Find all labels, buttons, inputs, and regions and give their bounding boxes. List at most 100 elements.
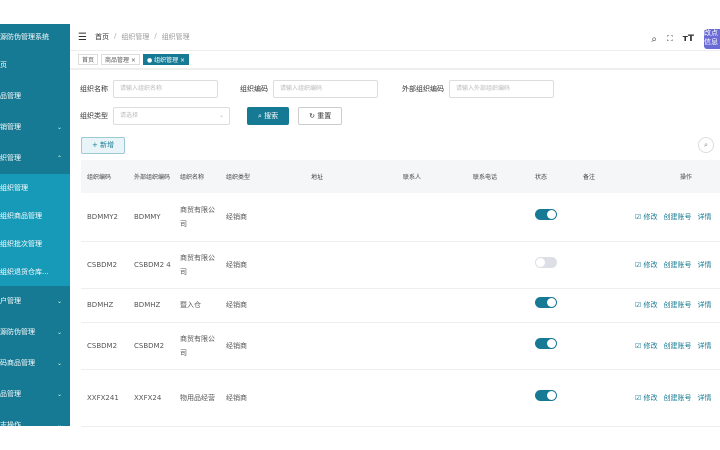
table-row: XXFX241 XXFX24 物用品经营 经销商 ☑ 修改 创建账号 详情 (81, 369, 720, 427)
cell-address (305, 241, 397, 289)
status-toggle[interactable] (535, 389, 557, 401)
org-table: 组织编码 外部组织编码 组织名称 组织类型 地址 联系人 联系电话 状态 备注 操作 BDMMY2… (81, 160, 720, 427)
cell-status (529, 193, 577, 242)
search-icon[interactable]: ⌕ (651, 34, 657, 45)
detail-link[interactable]: 详情 (698, 394, 712, 402)
sidebar-item[interactable]: 品管理 ⌄ (0, 379, 70, 410)
org-type-label: 组织类型 (80, 112, 108, 120)
org-type-placeholder: 请选择 (120, 112, 139, 119)
detail-link[interactable]: 详情 (698, 213, 712, 221)
sidebar-item[interactable]: 组织批次管理 (0, 230, 70, 258)
sidebar-item-label: 品管理 (0, 390, 21, 398)
chevron-icon: ⌄ (56, 360, 62, 367)
cell-ext: BDMHZ (128, 288, 174, 323)
chevron-icon: ⌄ (56, 298, 62, 305)
column-header: 联系人 (397, 160, 467, 193)
sidebar-item[interactable]: 织管理 ⌃ (0, 143, 70, 174)
cell-actions: ☑ 修改 创建账号 详情 (625, 288, 720, 323)
avatar[interactable]: 改点信息 (704, 29, 720, 49)
sidebar-item[interactable]: 源防伪管理 ⌄ (0, 317, 70, 348)
sidebar-item-label: 志操作 (0, 421, 21, 426)
cell-contact (397, 288, 467, 323)
font-size-icon[interactable]: тT (683, 34, 694, 44)
cell-remark (577, 322, 625, 370)
edit-link[interactable]: ☑ 修改 (635, 394, 658, 402)
create-account-link[interactable]: 创建账号 (664, 261, 692, 269)
sidebar-item-label: 源防伪管理 (0, 328, 35, 336)
create-account-link[interactable]: 创建账号 (664, 301, 692, 309)
cell-actions: ☑ 修改 创建账号 详情 (625, 369, 720, 427)
table-row: BDMHZ BDMHZ 暨入仓 经销商 ☑ 修改 创建账号 详情 (81, 288, 720, 323)
org-name-input[interactable]: 请输入组织名称 (113, 80, 218, 98)
org-type-select[interactable]: 请选择 ⌄ (113, 107, 230, 125)
edit-link[interactable]: ☑ 修改 (635, 213, 658, 221)
chevron-icon: ⌃ (56, 155, 62, 162)
status-toggle[interactable] (535, 337, 557, 349)
sidebar-item[interactable]: 组织商品管理 (0, 202, 70, 230)
top-bar: ☰ 首页 / 组织管理 / 组织管理 ⌕ ⛶ тT 改点信息 (70, 24, 720, 50)
table-row: CSBDM2 CSBDM2 商贸有限公司 经销商 ☑ 修改 创建账号 详情 (81, 322, 720, 370)
table-row: BDMMY2 BDMMY 商贸有限公司 经销商 ☑ 修改 创建账号 详情 (81, 193, 720, 242)
sidebar-item[interactable]: 组织退货仓库... (0, 258, 70, 286)
status-toggle[interactable] (535, 208, 557, 220)
breadcrumb-separator: / (154, 32, 157, 40)
search-button[interactable]: ⌕ 搜索 (247, 107, 290, 125)
create-account-link[interactable]: 创建账号 (664, 394, 692, 402)
create-account-link[interactable]: 创建账号 (664, 342, 692, 350)
sidebar-item-label: 组织管理 (0, 184, 28, 192)
cell-type: 经销商 (220, 193, 305, 242)
cell-status (529, 369, 577, 427)
column-header: 组织名称 (174, 160, 220, 193)
menu-toggle-icon[interactable]: ☰ (78, 32, 87, 43)
refresh-icon[interactable]: ⌕ (698, 137, 714, 153)
column-header: 组织类型 (220, 160, 305, 193)
breadcrumb-item[interactable]: 首页 (95, 32, 109, 42)
reset-button-label: 重置 (317, 112, 332, 120)
column-header: 状态 (529, 160, 577, 193)
sidebar-item[interactable]: 销管理 ⌄ (0, 112, 70, 143)
app-title: 源防伪管理系统 (0, 33, 49, 41)
detail-link[interactable]: 详情 (698, 301, 712, 309)
cell-ext: XXFX24 (128, 369, 174, 427)
org-name-label: 组织名称 (80, 85, 108, 93)
cell-status (529, 288, 577, 323)
edit-link[interactable]: ☑ 修改 (635, 261, 658, 269)
search-button-label: 搜索 (264, 112, 279, 120)
breadcrumb-item[interactable]: 组织管理 (121, 32, 149, 42)
sidebar-item[interactable]: 页 (0, 50, 70, 81)
column-header: 组织编码 (81, 160, 128, 193)
chevron-icon: ⌄ (56, 391, 62, 398)
cell-phone (467, 241, 529, 289)
cell-phone (467, 288, 529, 323)
breadcrumb-separator: / (113, 32, 117, 40)
cell-actions: ☑ 修改 创建账号 详情 (625, 241, 720, 289)
org-code-input[interactable]: 请输入组织编码 (273, 80, 378, 98)
tag-home[interactable]: 首页 (78, 54, 99, 65)
status-toggle[interactable] (535, 297, 557, 308)
sidebar-item[interactable]: 码商品管理 ⌄ (0, 348, 70, 379)
create-account-link[interactable]: 创建账号 (664, 213, 692, 221)
tags-view: 首页 商品管理 × ● 组织管理 × (70, 50, 720, 70)
cell-phone (467, 369, 529, 427)
sidebar-item[interactable]: 组织管理 (0, 174, 70, 202)
add-button[interactable]: + 新增 (81, 137, 125, 154)
cell-code: XXFX241 (81, 369, 128, 427)
sidebar: 源防伪管理系统 页品管理 销管理 ⌄ 织管理 ⌃ 组织管理 组织商品管理 组织批次管理 组织退… (0, 24, 70, 426)
cell-ext: CSBDM2 (128, 322, 174, 370)
detail-link[interactable]: 详情 (698, 342, 712, 350)
detail-link[interactable]: 详情 (698, 261, 712, 269)
cell-type: 经销商 (220, 369, 305, 427)
edit-link[interactable]: ☑ 修改 (635, 301, 658, 309)
fullscreen-icon[interactable]: ⛶ (667, 34, 673, 44)
status-toggle[interactable] (535, 256, 557, 268)
sidebar-item[interactable]: 户管理 ⌄ (0, 286, 70, 317)
tag-org[interactable]: ● 组织管理 × (142, 54, 190, 65)
sidebar-item[interactable]: 品管理 (0, 81, 70, 112)
cell-code: CSBDM2 (81, 241, 128, 289)
ext-code-input[interactable]: 请输入外部组织编码 (449, 80, 554, 98)
tag-product[interactable]: 商品管理 × (101, 54, 140, 65)
sidebar-item[interactable]: 志操作 ⌄ (0, 410, 70, 426)
reset-button[interactable]: ↻ 重置 (298, 107, 343, 125)
edit-link[interactable]: ☑ 修改 (635, 342, 658, 350)
sidebar-item-label: 码商品管理 (0, 359, 35, 367)
